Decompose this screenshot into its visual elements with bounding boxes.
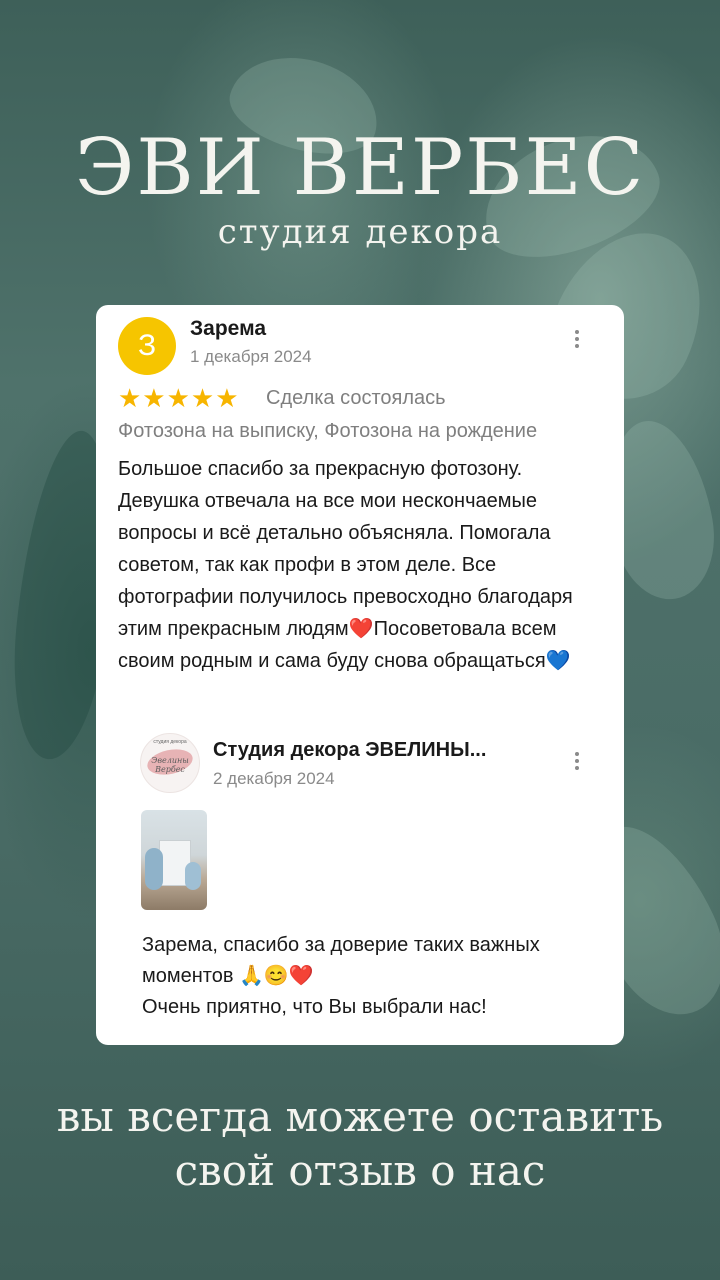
review-tags: Фотозона на выписку, Фотозона на рождени… (118, 420, 538, 442)
more-options-icon[interactable] (565, 327, 589, 357)
reply-date: 2 декабря 2024 (213, 769, 335, 788)
reply-text-line1: Зарема, спасибо за доверие таких важных … (142, 934, 540, 987)
reply-emojis: 🙏😊❤️ (239, 965, 314, 987)
review-text-part1: Большое спасибо за прекрасную фотозону. … (118, 458, 573, 640)
studio-logo[interactable]: студия декора Эвелины Вербес (140, 733, 200, 793)
studio-subtitle: студия декора (217, 212, 503, 252)
footer-caption: вы всегда можете оставить свой отзыв о н… (0, 1090, 720, 1198)
review-date: 1 декабря 2024 (190, 347, 312, 366)
footer-line1: вы всегда можете оставить (56, 1092, 664, 1141)
reply-text-line2: Очень приятно, что Вы выбрали нас! (142, 996, 487, 1018)
deal-status: Сделка состоялась (266, 387, 446, 409)
reply-photo-thumbnail[interactable] (141, 810, 207, 910)
rating-stars: ★★★★★ (118, 383, 240, 413)
studio-title: ЭВИ ВЕРБЕС (74, 123, 646, 213)
logo-script-text: Эвелины Вербес (151, 756, 189, 774)
reply-author[interactable]: Студия декора ЭВЕЛИНЫ... (213, 739, 486, 762)
reviewer-name[interactable]: Зарема (190, 317, 266, 341)
heart-emoji: ❤️ (348, 618, 374, 640)
reply-text: Зарема, спасибо за доверие таких важных … (142, 930, 612, 1023)
footer-line2: свой отзыв о нас (174, 1146, 546, 1195)
logo-small-text: студия декора (153, 739, 187, 745)
reply-more-options-icon[interactable] (565, 749, 589, 779)
reviewer-avatar[interactable]: З (118, 317, 176, 375)
review-card: З Зарема 1 декабря 2024 ★★★★★ Сделка сос… (96, 305, 624, 1045)
review-text: Большое спасибо за прекрасную фотозону. … (118, 453, 608, 677)
blue-heart-emoji: 💙 (545, 650, 571, 672)
